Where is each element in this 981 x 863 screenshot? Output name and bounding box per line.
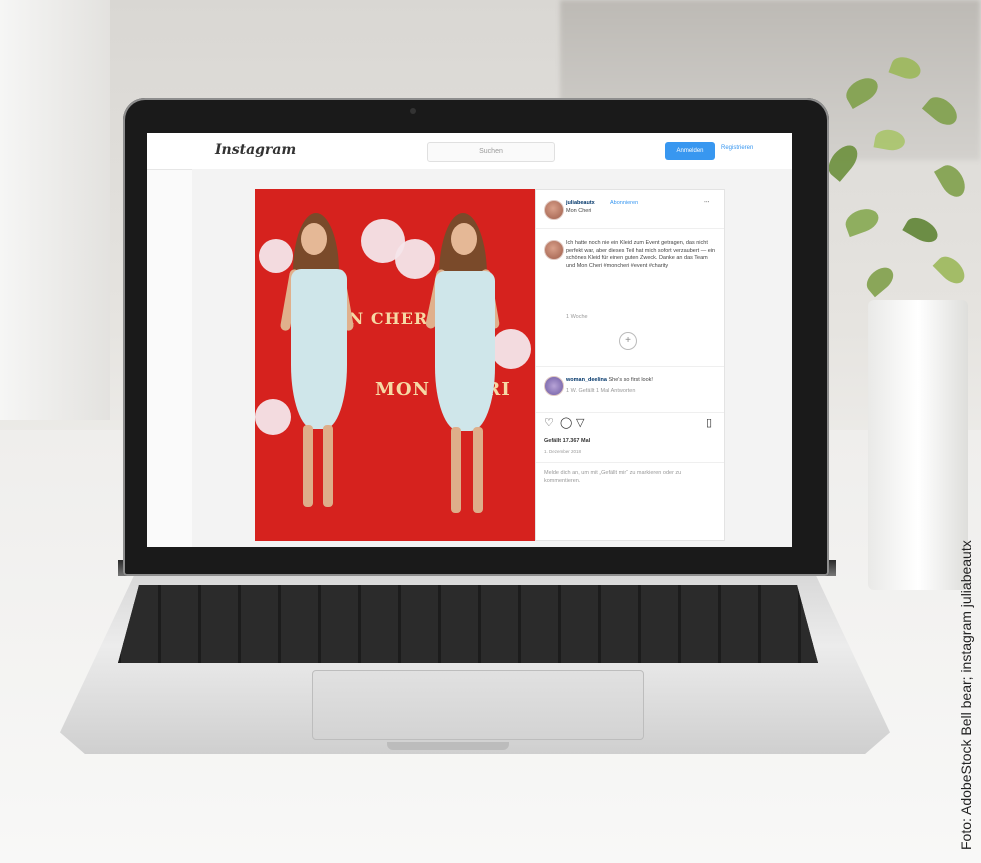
search-input[interactable]: Suchen [427, 142, 555, 162]
comment-text: She's so first look! [608, 377, 653, 383]
divider [536, 412, 724, 413]
divider [536, 462, 724, 463]
caption-meta: 1 Woche [566, 314, 588, 320]
background-wall-left [0, 0, 110, 420]
comment-meta: 1 W. Gefällt 1 Mal Antworten [566, 388, 636, 394]
comment-icon[interactable]: ◯ [560, 418, 572, 428]
avatar[interactable] [544, 240, 564, 260]
avatar[interactable] [544, 200, 564, 220]
heart-icon[interactable]: ♡ [544, 418, 554, 428]
share-icon[interactable]: ▽ [576, 418, 584, 428]
instagram-logo[interactable]: Instagram [215, 142, 296, 158]
photo-credit: Foto: AdobeStock Bell bear; instagram ju… [952, 420, 981, 850]
photo-credit-text: Foto: AdobeStock Bell bear; instagram ju… [958, 540, 974, 850]
post-location[interactable]: Mon Cheri [566, 208, 591, 216]
camera-icon [410, 108, 416, 114]
plant-leaves [805, 40, 981, 340]
bookmark-icon[interactable]: ▯ [706, 418, 712, 428]
post-panel: juliabeautx Abonnieren Mon Cheri ⋯ Ich h… [535, 189, 725, 541]
comment: woman_deelina She's so first look! [566, 377, 716, 385]
register-link[interactable]: Registrieren [721, 145, 753, 151]
divider [536, 228, 724, 229]
laptop-keyboard [118, 585, 818, 663]
comment-username[interactable]: woman_deelina [566, 377, 607, 383]
load-more-comments-icon[interactable]: + [619, 332, 637, 350]
instagram-header: Instagram Suchen Anmelden Registrieren [147, 133, 792, 170]
post-photo[interactable]: MON CHERI MON CHERI [255, 189, 535, 541]
laptop-front-notch [387, 742, 509, 750]
login-prompt[interactable]: Melde dich an, um mit „Gefällt mir“ zu m… [544, 470, 716, 485]
more-options-icon[interactable]: ⋯ [704, 200, 710, 208]
post-username[interactable]: juliabeautx [566, 200, 595, 208]
likes-count[interactable]: Gefällt 17.367 Mal [544, 438, 590, 446]
laptop-screen: Instagram Suchen Anmelden Registrieren M… [147, 133, 792, 547]
post-caption: Ich hatte noch nie ein Kleid zum Event g… [566, 240, 716, 269]
follow-button[interactable]: Abonnieren [610, 200, 638, 208]
laptop-trackpad [312, 670, 644, 740]
login-button[interactable]: Anmelden [665, 142, 715, 160]
divider [536, 366, 724, 367]
post-date: 1. Dezember 2018 [544, 449, 582, 454]
avatar[interactable] [544, 376, 564, 396]
